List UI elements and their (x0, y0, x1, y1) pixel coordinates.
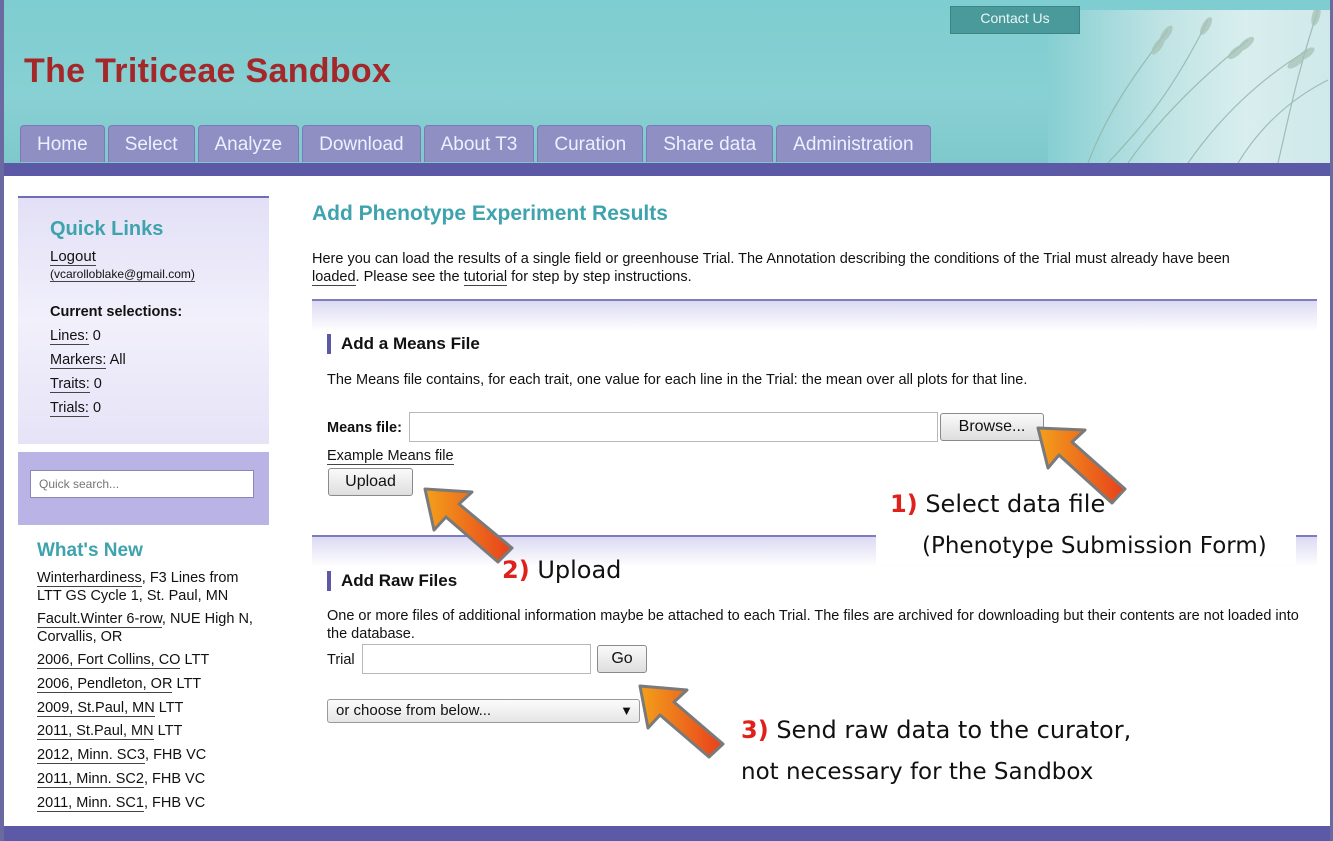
annotation-arrows (423, 426, 1127, 759)
footer-strip (4, 826, 1330, 841)
arrow-2-icon (423, 487, 514, 564)
arrow-1-icon (1036, 426, 1127, 505)
arrow-3-icon (638, 684, 725, 759)
